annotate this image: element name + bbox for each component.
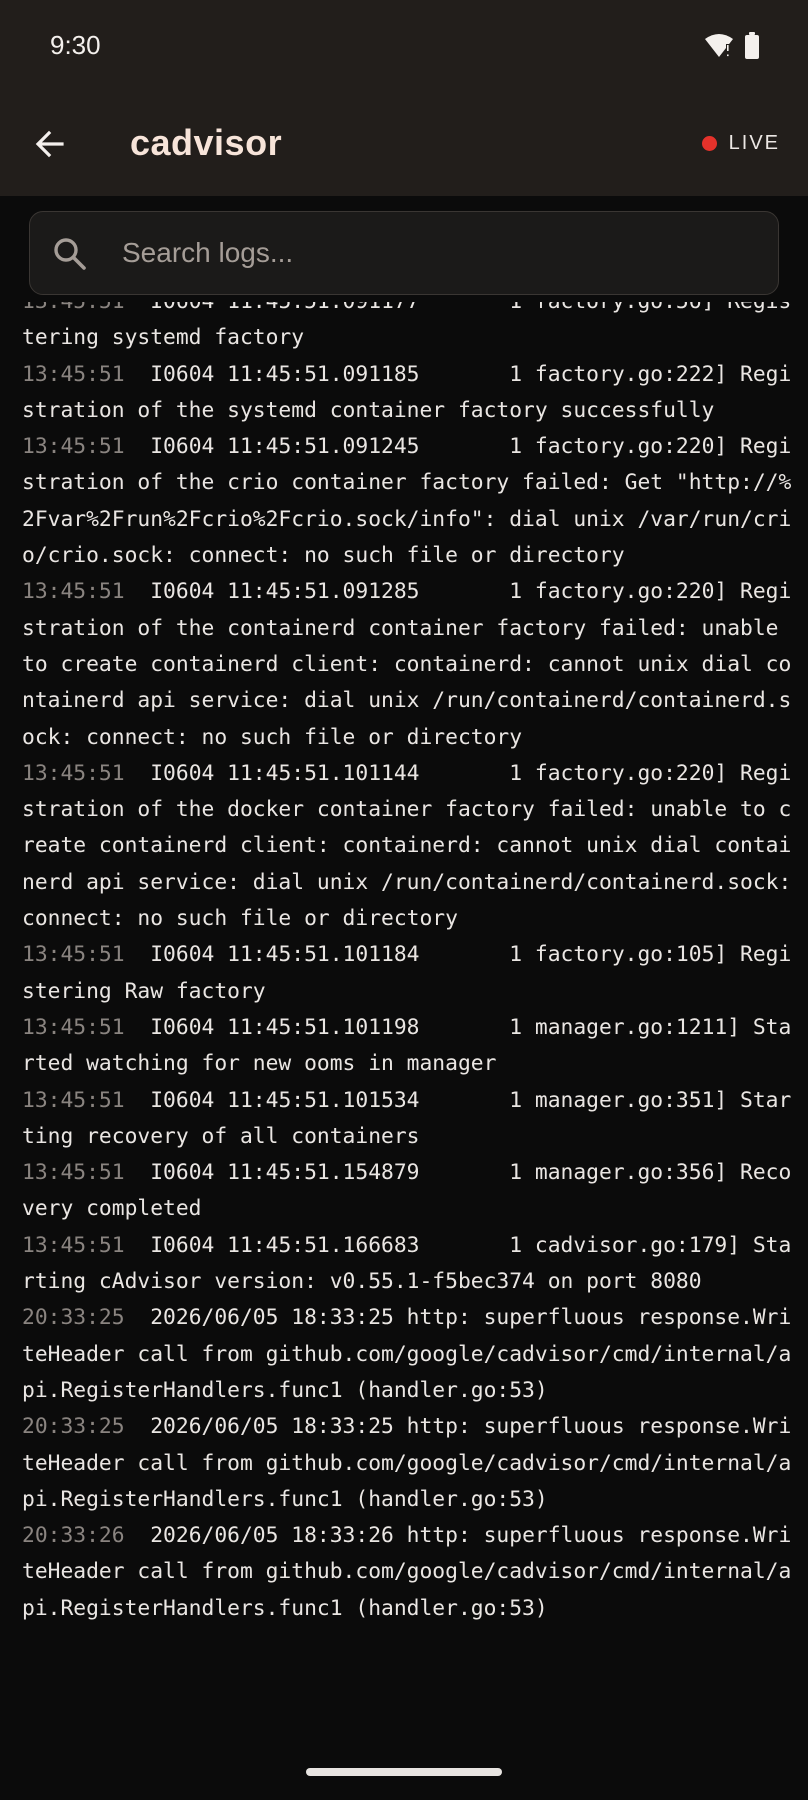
log-content: 13:45:51 I0604 11:45:51.091177 1 factory… <box>0 196 808 1800</box>
log-entry: 13:45:51 I0604 11:45:51.101534 1 manager… <box>22 1083 792 1156</box>
log-message: I0604 11:45:51.091245 1 factory.go:220] … <box>22 434 792 569</box>
live-dot-icon <box>701 136 717 151</box>
log-entry: 13:45:51 I0604 11:45:51.091185 1 factory… <box>22 357 792 430</box>
log-timestamp: 13:45:51 <box>22 1160 125 1186</box>
status-bar: 9:30 <box>0 0 808 96</box>
log-timestamp: 13:45:51 <box>22 942 125 968</box>
live-label: LIVE <box>728 132 780 154</box>
log-entry: 13:45:51 I0604 11:45:51.101144 1 factory… <box>22 756 792 937</box>
log-entry: 13:45:51 I0604 11:45:51.091245 1 factory… <box>22 429 792 574</box>
status-time: 9:30 <box>50 30 101 60</box>
search-bar[interactable] <box>29 211 779 295</box>
log-timestamp: 13:45:51 <box>22 434 125 460</box>
log-timestamp: 13:45:51 <box>22 579 125 605</box>
log-list[interactable]: 13:45:51 I0604 11:45:51.091177 1 factory… <box>0 302 808 1800</box>
log-entries: 13:45:51 I0604 11:45:51.091177 1 factory… <box>22 302 792 1627</box>
search-icon <box>52 236 88 272</box>
log-message: I0604 11:45:51.101144 1 factory.go:220] … <box>22 760 805 932</box>
app-bar: cadvisor LIVE <box>0 96 808 196</box>
back-button[interactable] <box>24 120 76 172</box>
log-entry: 20:33:25 2026/06/05 18:33:25 http: super… <box>22 1409 792 1518</box>
home-indicator[interactable] <box>306 1768 502 1776</box>
live-indicator: LIVE <box>701 132 780 155</box>
log-entry: 13:45:51 I0604 11:45:51.101184 1 factory… <box>22 937 792 1010</box>
log-entry: 20:33:25 2026/06/05 18:33:25 http: super… <box>22 1300 792 1409</box>
log-message: I0604 11:45:51.101184 1 factory.go:105] … <box>22 942 792 1004</box>
log-entry: 13:45:51 I0604 11:45:51.154879 1 manager… <box>22 1155 792 1228</box>
log-timestamp: 13:45:51 <box>22 361 125 387</box>
log-entry: 20:33:26 2026/06/05 18:33:26 http: super… <box>22 1518 792 1627</box>
log-entry: 13:45:51 I0604 11:45:51.101198 1 manager… <box>22 1010 792 1083</box>
page-title: cadvisor <box>130 122 283 163</box>
log-timestamp: 13:45:51 <box>22 760 125 786</box>
log-message: 2026/06/05 18:33:25 http: superfluous re… <box>22 1414 792 1512</box>
log-message: 2026/06/05 18:33:26 http: superfluous re… <box>22 1523 792 1621</box>
search-input[interactable] <box>122 212 752 294</box>
log-message: I0604 11:45:51.101198 1 manager.go:1211]… <box>22 1014 792 1077</box>
arrow-left-icon <box>34 128 66 164</box>
log-message: I0604 11:45:51.091285 1 factory.go:220] … <box>22 579 792 750</box>
log-entry: 13:45:51 I0604 11:45:51.091177 1 factory… <box>22 302 792 357</box>
log-message: I0604 11:45:51.166683 1 cadvisor.go:179]… <box>22 1232 792 1295</box>
log-timestamp: 20:33:25 <box>22 1305 125 1331</box>
status-icons <box>704 32 760 64</box>
log-timestamp: 13:45:51 <box>22 302 125 314</box>
log-timestamp: 20:33:26 <box>22 1523 125 1549</box>
log-message: I0604 11:45:51.091185 1 factory.go:222] … <box>22 361 792 423</box>
log-message: 2026/06/05 18:33:25 http: superfluous re… <box>22 1305 792 1403</box>
log-message: I0604 11:45:51.101534 1 manager.go:351] … <box>22 1087 792 1149</box>
log-timestamp: 13:45:51 <box>22 1087 125 1113</box>
log-entry: 13:45:51 I0604 11:45:51.091285 1 factory… <box>22 574 792 755</box>
log-timestamp: 13:45:51 <box>22 1014 125 1040</box>
log-entry: 13:45:51 I0604 11:45:51.166683 1 cadviso… <box>22 1228 792 1301</box>
log-timestamp: 20:33:25 <box>22 1414 125 1440</box>
log-message: I0604 11:45:51.154879 1 manager.go:356] … <box>22 1160 792 1222</box>
wifi-alert-icon <box>704 33 734 63</box>
battery-icon <box>744 32 760 64</box>
log-timestamp: 13:45:51 <box>22 1232 125 1258</box>
log-message: I0604 11:45:51.091177 1 factory.go:56] R… <box>22 302 791 351</box>
